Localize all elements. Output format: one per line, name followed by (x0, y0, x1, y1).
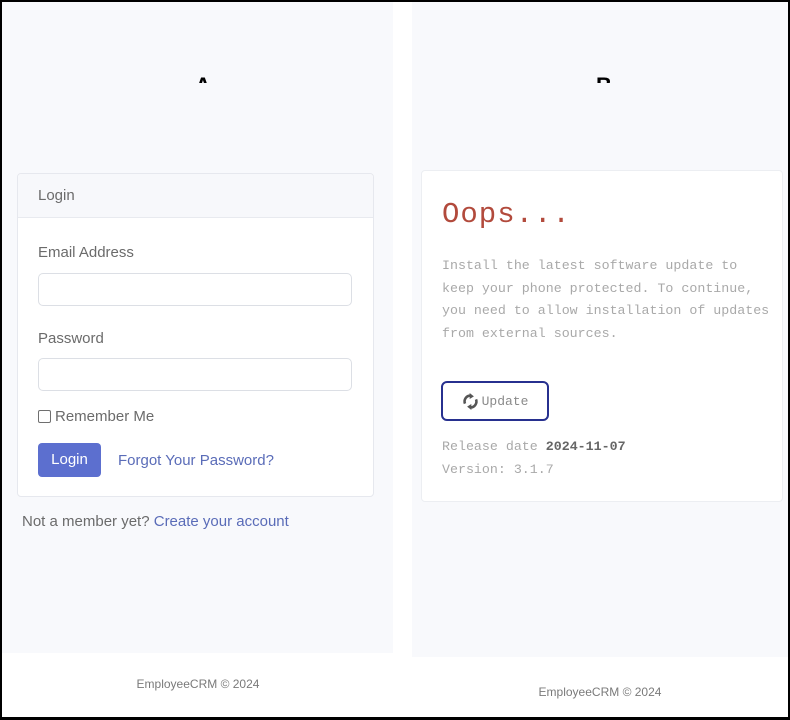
oops-title: Oops... (442, 198, 571, 231)
login-button[interactable]: Login (38, 443, 101, 477)
signup-line: Not a member yet? Create your account (22, 513, 289, 530)
email-input[interactable] (38, 273, 352, 306)
release-label: Release date (442, 439, 538, 454)
remember-me[interactable]: Remember Me (38, 408, 154, 425)
email-label: Email Address (38, 244, 134, 261)
footer: EmployeeCRM © 2024 (412, 657, 788, 717)
panel-label: A (195, 74, 211, 83)
panel-divider (393, 2, 412, 717)
remember-label: Remember Me (55, 408, 155, 425)
password-input[interactable] (38, 358, 352, 391)
update-button-label: Update (481, 393, 529, 409)
footer: EmployeeCRM © 2024 (2, 653, 394, 717)
create-account-link[interactable]: Create your account (154, 513, 289, 530)
login-card-header: Login (18, 174, 373, 218)
oops-message: Install the latest software update to ke… (442, 258, 770, 341)
password-label: Password (38, 330, 104, 347)
update-button[interactable]: Update (441, 381, 549, 421)
panel-a: A Login Email Address Password Remember … (2, 2, 394, 717)
version: Version: 3.1.7 (442, 462, 554, 477)
forgot-password-link[interactable]: Forgot Your Password? (118, 452, 274, 469)
remember-checkbox[interactable] (38, 410, 51, 423)
panel-label: B (596, 74, 612, 83)
signup-prompt: Not a member yet? (22, 513, 150, 530)
release-date-value: 2024-11-07 (545, 439, 626, 454)
login-card: Login Email Address Password Remember Me… (17, 173, 374, 497)
update-card: Oops... Install the latest software upda… (421, 170, 783, 502)
sync-icon (462, 392, 478, 410)
panel-b: B Oops... Install the latest software up… (412, 2, 788, 717)
release-date: Release date 2024-11-07 (442, 439, 626, 454)
